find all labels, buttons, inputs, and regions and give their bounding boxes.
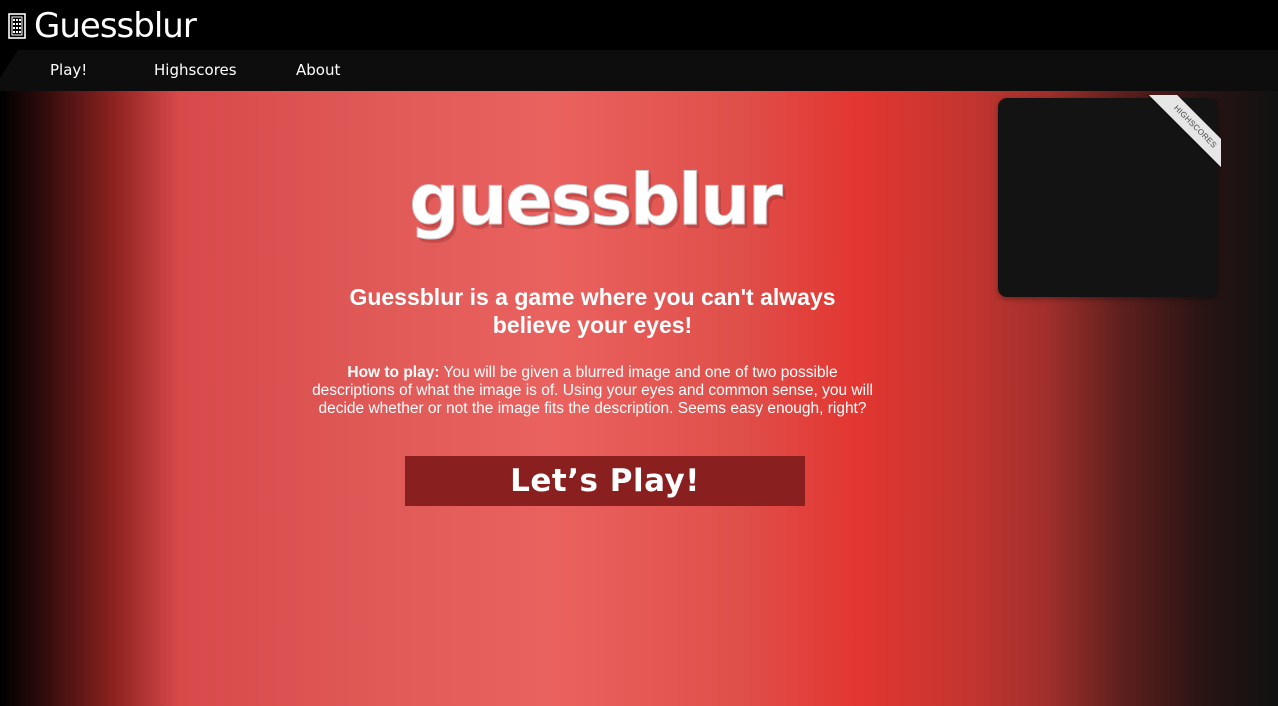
building-icon: [8, 13, 26, 39]
game-logo-title: guessblur: [409, 159, 783, 242]
highscores-ribbon-label: HIGHSCORES: [1145, 95, 1221, 173]
nav-notch: [0, 50, 18, 78]
nav-item-play[interactable]: Play!: [50, 50, 87, 91]
lets-play-button[interactable]: Let’s Play!: [405, 456, 805, 506]
nav-item-highscores[interactable]: Highscores: [154, 50, 237, 91]
how-to-play-text: How to play: You will be given a blurred…: [312, 364, 873, 418]
highscores-ribbon[interactable]: HIGHSCORES: [1143, 95, 1221, 173]
nav-item-about[interactable]: About: [296, 50, 340, 91]
tagline: Guessblur is a game where you can't alwa…: [349, 284, 836, 338]
how-to-play-label: How to play:: [347, 364, 440, 381]
brand[interactable]: Guessblur: [8, 6, 197, 46]
site-title: Guessblur: [34, 6, 197, 46]
